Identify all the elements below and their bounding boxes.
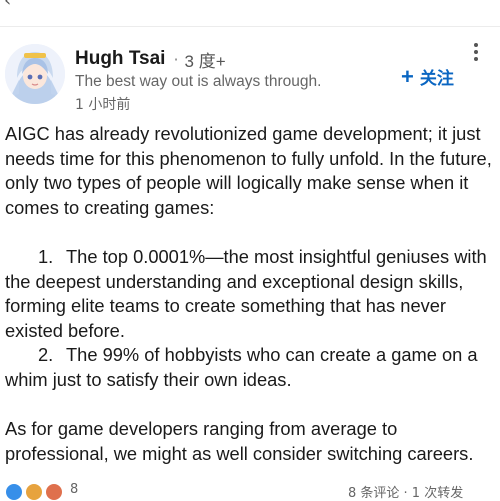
chevron-left-icon[interactable]: ‹	[4, 0, 11, 10]
plus-icon: +	[401, 63, 414, 89]
author-tagline: The best way out is always through.	[75, 73, 322, 90]
love-icon[interactable]	[46, 484, 62, 500]
post-body: AIGC has already revolutionized game dev…	[5, 122, 497, 466]
list-item: 1. The top 0.0001%—the most insightful ge…	[5, 245, 497, 343]
separator-dot: ·	[173, 49, 179, 69]
list-item-text: The 99% of hobbyists who can create a ga…	[5, 344, 478, 390]
list-item: 2. The 99% of hobbyists who can create a …	[5, 343, 497, 392]
like-icon[interactable]	[6, 484, 22, 500]
post-outro: As for game developers ranging from aver…	[5, 418, 474, 464]
comment-repost-stats[interactable]: 8 条评论 · 1 次转发	[348, 482, 463, 501]
top-bar: ‹	[0, 0, 500, 27]
author-line: Hugh Tsai · 3 度+	[75, 47, 226, 71]
list-number: 1.	[38, 245, 54, 267]
follow-button[interactable]: + 关注	[401, 64, 454, 89]
list-number: 2.	[38, 344, 54, 366]
post-time: 1 小时前	[75, 97, 131, 113]
post-intro: AIGC has already revolutionized game dev…	[5, 123, 492, 218]
celebrate-icon[interactable]	[26, 484, 42, 500]
more-vertical-icon[interactable]	[471, 43, 481, 65]
avatar-image	[5, 44, 65, 104]
reaction-count[interactable]: 8	[70, 482, 78, 497]
follow-label: 关注	[419, 69, 454, 88]
connection-degree: 3 度+	[184, 51, 226, 71]
social-footer: 8 8 条评论 · 1 次转发	[0, 482, 500, 501]
list-item-text: The top 0.0001%—the most insightful geni…	[5, 245, 487, 341]
avatar[interactable]	[5, 44, 65, 104]
author-name[interactable]: Hugh Tsai	[75, 48, 165, 70]
